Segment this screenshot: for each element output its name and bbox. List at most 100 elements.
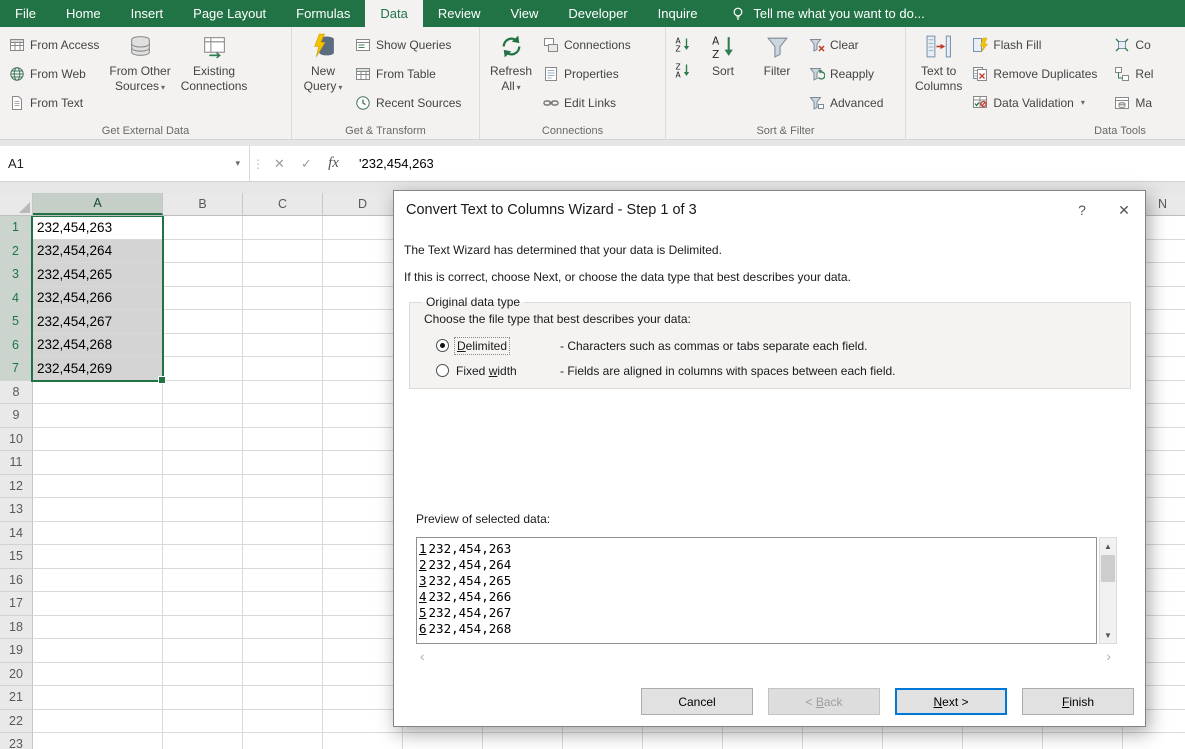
sort-descending-button[interactable]: ZA [670,57,696,83]
ribbon-tab-formulas[interactable]: Formulas [281,0,365,27]
cell-A23[interactable] [33,733,163,749]
column-header-a[interactable]: A [33,193,163,215]
row-header-9[interactable]: 9 [0,404,33,428]
sort-button[interactable]: AZ Sort [696,30,750,79]
cell-C22[interactable] [243,709,323,733]
finish-button[interactable]: Finish [1022,688,1134,715]
cell-B3[interactable] [163,263,243,287]
cell-D5[interactable] [323,310,403,334]
cell-C3[interactable] [243,263,323,287]
next-button[interactable]: Next > [895,688,1007,715]
preview-horizontal-scrollbar[interactable]: ‹ › [416,648,1115,664]
cell-D2[interactable] [323,239,403,263]
cell-D18[interactable] [323,615,403,639]
enter-entry-icon[interactable]: ✓ [293,146,320,181]
cell-C6[interactable] [243,333,323,357]
sort-ascending-button[interactable]: AZ [670,31,696,57]
reapply-filter-button[interactable]: Reapply [804,59,888,88]
cell-B4[interactable] [163,286,243,310]
cell-A9[interactable] [33,404,163,428]
cell-A3[interactable]: 232,454,265 [33,263,163,287]
cell-D9[interactable] [323,404,403,428]
cell-D22[interactable] [323,709,403,733]
cell-D8[interactable] [323,380,403,404]
cell-A13[interactable] [33,498,163,522]
row-header-22[interactable]: 22 [0,709,33,733]
scroll-down-icon[interactable]: ▼ [1100,627,1116,643]
relationships-button[interactable]: Rel [1109,59,1158,88]
cell-B22[interactable] [163,709,243,733]
cell-C12[interactable] [243,474,323,498]
fixed-width-radio[interactable] [436,364,449,377]
consolidate-button[interactable]: Co [1109,30,1158,59]
cell-A21[interactable] [33,686,163,710]
cell-C9[interactable] [243,404,323,428]
cell-A8[interactable] [33,380,163,404]
cell-C8[interactable] [243,380,323,404]
row-header-16[interactable]: 16 [0,568,33,592]
scroll-left-icon[interactable]: ‹ [420,648,425,664]
row-header-1[interactable]: 1 [0,216,33,240]
from-text-button[interactable]: From Text [4,88,104,117]
cell-A1[interactable]: 232,454,263 [33,216,163,240]
cell-D1[interactable] [323,216,403,240]
cell-C4[interactable] [243,286,323,310]
cell-A15[interactable] [33,545,163,569]
clear-filter-button[interactable]: Clear [804,30,888,59]
delimited-radio-label[interactable]: Delimited [453,336,560,355]
cell-D19[interactable] [323,639,403,663]
formula-input[interactable]: '232,454,263 [347,146,1185,181]
cell-C19[interactable] [243,639,323,663]
cell-B11[interactable] [163,451,243,475]
ribbon-tab-insert[interactable]: Insert [116,0,179,27]
cell-D3[interactable] [323,263,403,287]
cell-D23[interactable] [323,733,403,749]
cell-B15[interactable] [163,545,243,569]
cell-C17[interactable] [243,592,323,616]
from-table-button[interactable]: From Table [350,59,466,88]
cell-D11[interactable] [323,451,403,475]
row-header-2[interactable]: 2 [0,239,33,263]
cell-A19[interactable] [33,639,163,663]
cell-B7[interactable] [163,357,243,381]
flash-fill-button[interactable]: Flash Fill [967,30,1102,59]
row-header-20[interactable]: 20 [0,662,33,686]
cell-D20[interactable] [323,662,403,686]
cancel-button[interactable]: Cancel [641,688,753,715]
cell-D14[interactable] [323,521,403,545]
row-header-13[interactable]: 13 [0,498,33,522]
data-validation-button[interactable]: Data Validation ▾ [967,88,1102,117]
row-header-8[interactable]: 8 [0,380,33,404]
row-header-14[interactable]: 14 [0,521,33,545]
cell-C14[interactable] [243,521,323,545]
cell-B17[interactable] [163,592,243,616]
name-box[interactable]: A1 ▾ [0,146,250,181]
row-header-6[interactable]: 6 [0,333,33,357]
ribbon-tab-page-layout[interactable]: Page Layout [178,0,281,27]
row-header-18[interactable]: 18 [0,615,33,639]
cell-D4[interactable] [323,286,403,310]
row-header-4[interactable]: 4 [0,286,33,310]
cell-A4[interactable]: 232,454,266 [33,286,163,310]
cell-C7[interactable] [243,357,323,381]
select-all-corner[interactable] [0,193,33,215]
cell-N23[interactable] [1123,733,1185,749]
from-access-button[interactable]: From Access [4,30,104,59]
ribbon-tab-data[interactable]: Data [365,0,423,27]
cell-B6[interactable] [163,333,243,357]
cell-B12[interactable] [163,474,243,498]
row-header-17[interactable]: 17 [0,592,33,616]
tell-me-box[interactable]: Tell me what you want to do... [716,0,938,27]
cell-F23[interactable] [483,733,563,749]
row-header-21[interactable]: 21 [0,686,33,710]
row-header-11[interactable]: 11 [0,451,33,475]
dialog-titlebar[interactable]: Convert Text to Columns Wizard - Step 1 … [394,191,1145,229]
cell-D7[interactable] [323,357,403,381]
recent-sources-button[interactable]: Recent Sources [350,88,466,117]
cell-D21[interactable] [323,686,403,710]
column-header-c[interactable]: C [243,193,323,215]
row-header-3[interactable]: 3 [0,263,33,287]
cell-D17[interactable] [323,592,403,616]
data-preview-box[interactable]: 1 232,454,263 2 232,454,264 3 232,454,265 4 232… [416,537,1097,644]
column-header-d[interactable]: D [323,193,403,215]
